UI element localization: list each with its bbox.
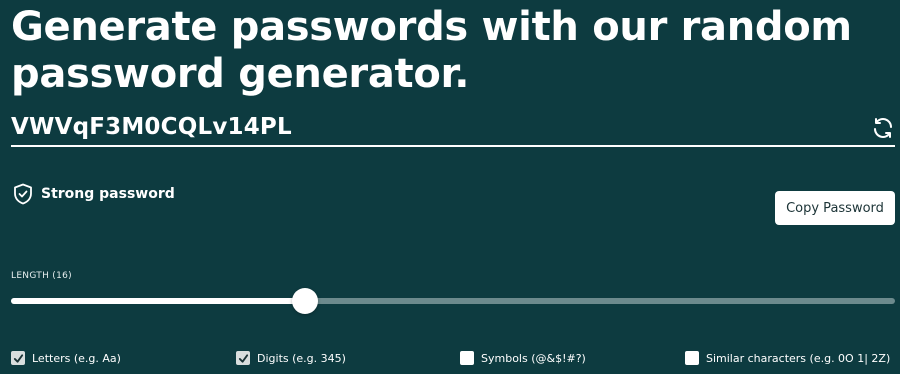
letters-checkbox[interactable]	[11, 351, 25, 365]
option-digits[interactable]: Digits (e.g. 345)	[236, 349, 346, 367]
symbols-label: Symbols (@&$!#?)	[481, 351, 586, 365]
symbols-checkbox[interactable]	[460, 351, 474, 365]
page-title-line-2: password generator.	[11, 51, 470, 97]
digits-label: Digits (e.g. 345)	[257, 351, 346, 365]
length-slider[interactable]	[11, 288, 895, 314]
checkmark-icon	[238, 353, 248, 363]
option-similar-characters[interactable]: Similar characters (e.g. 0O 1| 2Z)	[685, 349, 890, 367]
option-letters[interactable]: Letters (e.g. Aa)	[11, 349, 121, 367]
letters-label: Letters (e.g. Aa)	[32, 351, 121, 365]
shield-check-icon	[13, 183, 33, 205]
password-strength: Strong password	[13, 182, 175, 206]
copy-password-button[interactable]: Copy Password	[775, 191, 895, 225]
similar-characters-checkbox[interactable]	[685, 351, 699, 365]
password-generator-page: Generate passwords with our random passw…	[0, 0, 900, 374]
password-field[interactable]	[11, 114, 831, 140]
digits-checkbox[interactable]	[236, 351, 250, 365]
slider-fill	[11, 298, 306, 304]
refresh-icon[interactable]	[871, 116, 895, 140]
option-symbols[interactable]: Symbols (@&$!#?)	[460, 349, 586, 367]
page-title-line-1: Generate passwords with our random	[11, 4, 852, 50]
checkmark-icon	[13, 353, 23, 363]
length-label: LENGTH (16)	[11, 271, 72, 281]
similar-characters-label: Similar characters (e.g. 0O 1| 2Z)	[706, 351, 891, 365]
slider-thumb[interactable]	[292, 288, 319, 314]
password-field-row	[11, 112, 895, 147]
strength-label: Strong password	[41, 186, 175, 202]
page-title: Generate passwords with our random passw…	[11, 4, 871, 98]
character-options: Letters (e.g. Aa) Digits (e.g. 345) Symb…	[11, 349, 900, 369]
